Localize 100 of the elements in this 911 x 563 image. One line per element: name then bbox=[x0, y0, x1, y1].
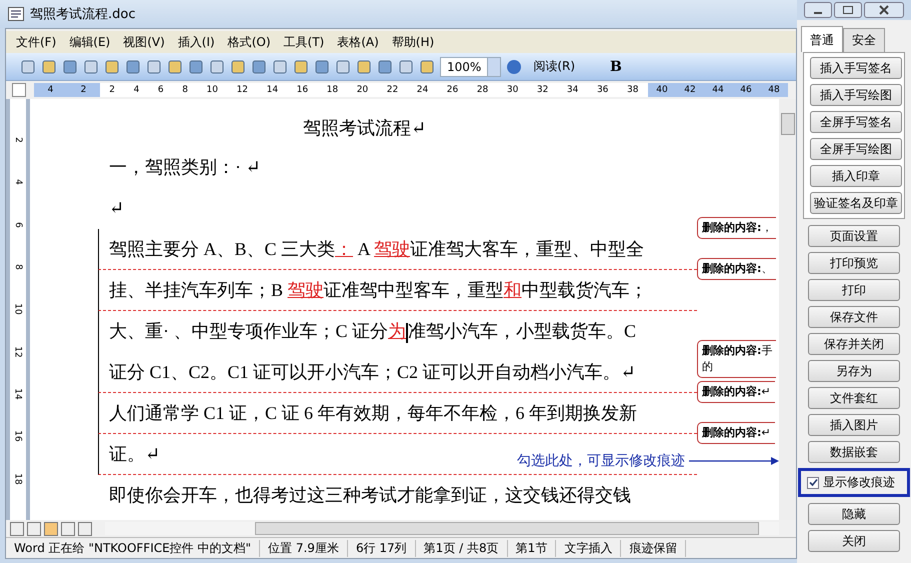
document-title: 驾照考试流程↵ bbox=[302, 117, 428, 140]
deletion-balloon: 删除的内容:↵ bbox=[697, 422, 775, 444]
menu-item[interactable]: 视图(V) bbox=[123, 34, 165, 50]
panel-tab[interactable]: 普通 bbox=[801, 26, 843, 52]
text-line: 证分 C1、C2。C1 证可以开小汽车；C2 证可以开自动档小汽车。↵ bbox=[98, 352, 697, 393]
status-text: 文字插入 bbox=[556, 540, 622, 556]
view-mode-icon[interactable] bbox=[27, 522, 41, 536]
deletion-balloon: 删除的内容:， bbox=[697, 217, 776, 239]
ruler-label: 14 bbox=[13, 388, 23, 400]
ruler-label: 4 bbox=[48, 85, 54, 95]
ruler-label: 14 bbox=[266, 85, 278, 95]
ruler-label: 38 bbox=[626, 85, 638, 95]
panel-button[interactable]: 验证签名及印章 bbox=[810, 192, 902, 214]
panel-button[interactable]: 打印预览 bbox=[808, 252, 900, 274]
panel-button[interactable]: 打印 bbox=[808, 279, 900, 301]
ruler-label: 36 bbox=[596, 85, 608, 95]
checkbox[interactable] bbox=[807, 476, 819, 488]
panel-button[interactable]: 文件套红 bbox=[808, 387, 900, 409]
menu-item[interactable]: 插入(I) bbox=[178, 34, 215, 50]
view-mode-icon[interactable] bbox=[10, 522, 24, 536]
annotation-text: 勾选此处，可显示修改痕迹 bbox=[517, 452, 685, 470]
menu-item[interactable]: 帮助(H) bbox=[392, 34, 434, 50]
view-mode-icon[interactable] bbox=[78, 522, 92, 536]
ruler-label: 12 bbox=[13, 346, 23, 358]
text-line: 大、重· 、中型专项作业车；C 证分为 准驾小汽车，小型载货车。C bbox=[98, 311, 697, 352]
deletion-balloon: 删除的内容:手 的 bbox=[697, 340, 776, 378]
horizontal-scrollbar[interactable] bbox=[105, 522, 779, 535]
text-line: 驾照主要分 A、B、C 三大类： A 驾驶证准驾大客车，重型、中型全 bbox=[98, 229, 697, 270]
deletion-balloon: 删除的内容:、 bbox=[697, 258, 776, 280]
ruler-label: 2 bbox=[13, 137, 23, 144]
panel-button[interactable]: 隐藏 bbox=[808, 503, 900, 525]
ruler-label: 30 bbox=[506, 85, 518, 95]
ruler-label: 10 bbox=[206, 85, 218, 95]
panel-button[interactable]: 保存文件 bbox=[808, 306, 900, 328]
ruler-label: 44 bbox=[712, 85, 724, 95]
ruler-label: 46 bbox=[740, 85, 752, 95]
panel-button[interactable]: 另存为 bbox=[808, 360, 900, 382]
panel-button[interactable]: 数据嵌套 bbox=[808, 441, 900, 463]
status-text: 位置 7.9厘米 bbox=[260, 540, 348, 556]
view-mode-icon[interactable] bbox=[61, 522, 75, 536]
status-text: 痕迹保留 bbox=[621, 540, 686, 556]
document-icon bbox=[8, 7, 24, 21]
ruler-label: 32 bbox=[536, 85, 548, 95]
status-text: Word 正在给 "NTKOOFFICE控件 中的文档" bbox=[6, 540, 260, 556]
ruler-label: 12 bbox=[236, 85, 248, 95]
zoom-dropdown[interactable]: 100% bbox=[440, 56, 502, 76]
ruler-label: 16 bbox=[13, 430, 23, 442]
ruler-label: 24 bbox=[416, 85, 428, 95]
panel-button[interactable]: 保存并关闭 bbox=[808, 333, 900, 355]
text-line: 挂、半挂汽车列车；B 驾驶证准驾中型客车，重型和中型载货汽车； bbox=[98, 270, 697, 311]
panel-button[interactable]: 全屏手写签名 bbox=[810, 111, 902, 133]
panel-button[interactable]: 插入手写签名 bbox=[810, 57, 902, 79]
panel-button[interactable]: 全屏手写绘图 bbox=[810, 138, 902, 160]
ruler-label: 22 bbox=[386, 85, 398, 95]
ruler-label: 2 bbox=[80, 85, 86, 95]
ruler-label: 2 bbox=[109, 85, 116, 95]
menu-item[interactable]: 工具(T) bbox=[284, 34, 324, 50]
ruler-label: 18 bbox=[13, 473, 23, 484]
panel-button[interactable]: 插入印章 bbox=[810, 165, 902, 187]
view-mode-icon[interactable] bbox=[44, 522, 58, 536]
close-icon[interactable] bbox=[864, 2, 904, 18]
deletion-balloon: 删除的内容:↵ bbox=[697, 381, 775, 403]
text-line: ↵ bbox=[108, 197, 126, 220]
ruler-label: 6 bbox=[13, 222, 23, 228]
panel-button[interactable]: 插入图片 bbox=[808, 414, 900, 436]
tab-selector-icon[interactable] bbox=[12, 83, 26, 97]
text-line: 一，驾照类别：· ↵ bbox=[108, 156, 262, 179]
ruler-label: 18 bbox=[326, 85, 338, 95]
ruler-label: 6 bbox=[158, 85, 164, 95]
ruler-label: 10 bbox=[13, 304, 23, 316]
ruler-label: 40 bbox=[656, 85, 668, 95]
ruler-label: 16 bbox=[296, 85, 308, 95]
ruler-label: 4 bbox=[134, 85, 140, 95]
menu-item[interactable]: 表格(A) bbox=[337, 34, 379, 50]
ruler-label: 42 bbox=[684, 85, 696, 95]
status-text: 第1页 / 共8页 bbox=[416, 540, 508, 556]
menu-item[interactable]: 格式(O) bbox=[228, 34, 271, 50]
text-line: 人们通常学 C1 证，C 证 6 年有效期，每年不年检，6 年到期换发新 bbox=[98, 393, 697, 434]
checkbox-label[interactable]: 显示修改痕迹 bbox=[823, 474, 895, 491]
vertical-scrollbar[interactable] bbox=[779, 99, 796, 520]
menu-item[interactable]: 编辑(E) bbox=[69, 34, 110, 50]
ruler-label: 8 bbox=[13, 264, 23, 270]
status-text: 第1节 bbox=[508, 540, 556, 556]
ruler-label: 4 bbox=[13, 180, 23, 186]
status-text: 6行 17列 bbox=[348, 540, 416, 556]
text-line: 即使你会开车，也得考过这三种考试才能拿到证，这交钱还得交钱 bbox=[108, 484, 632, 507]
panel-button[interactable]: 页面设置 bbox=[808, 225, 900, 247]
panel-button[interactable]: 关闭 bbox=[808, 530, 900, 552]
ruler-label: 20 bbox=[356, 85, 368, 95]
minimize-icon[interactable] bbox=[804, 2, 832, 18]
panel-tab[interactable]: 安全 bbox=[843, 28, 885, 52]
ruler-label: 48 bbox=[768, 85, 780, 95]
ruler-label: 26 bbox=[446, 85, 458, 95]
maximize-icon[interactable] bbox=[834, 2, 862, 18]
read-button[interactable]: 阅读(R) bbox=[527, 58, 582, 75]
menu-item[interactable]: 文件(F) bbox=[16, 34, 56, 50]
ruler-label: 34 bbox=[566, 85, 578, 95]
bold-button[interactable]: B bbox=[604, 58, 628, 76]
panel-button[interactable]: 插入手写绘图 bbox=[810, 84, 902, 106]
ruler-label: 28 bbox=[476, 85, 488, 95]
